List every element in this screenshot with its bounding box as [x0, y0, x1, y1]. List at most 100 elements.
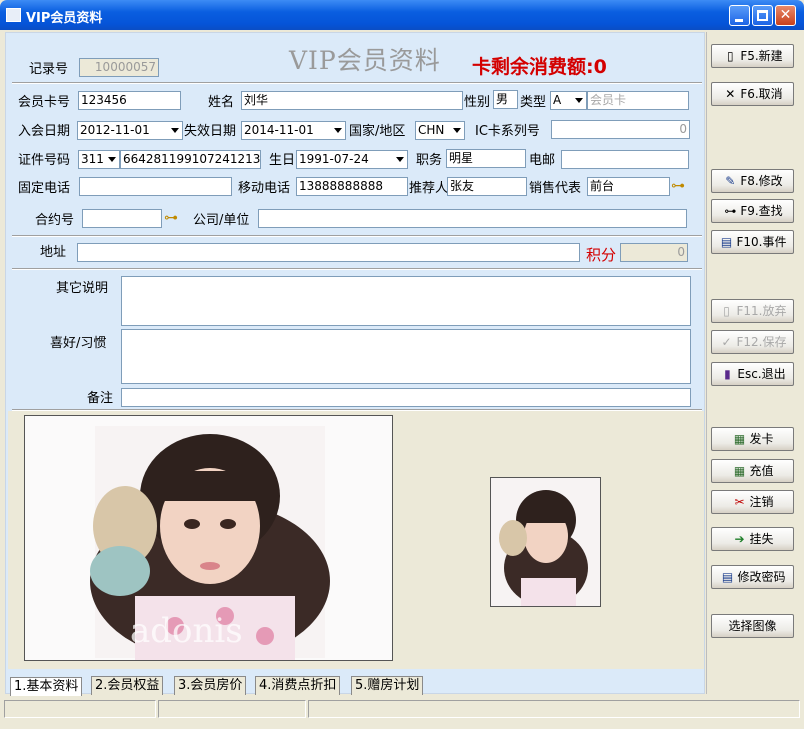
birthday-picker[interactable]: 1991-07-24 [296, 150, 408, 169]
company-label: 公司/单位 [193, 213, 250, 228]
edit-button[interactable]: ✎ F8.修改 [711, 169, 794, 193]
discard-icon: ▯ [723, 304, 730, 318]
contract-label: 合约号 [35, 213, 75, 228]
find-button[interactable]: ⊶ F9.查找 [711, 199, 794, 223]
other-notes-textarea[interactable] [121, 276, 691, 326]
job-field[interactable]: 明星 [446, 149, 526, 168]
status-panel [4, 700, 156, 718]
phone-field[interactable] [79, 177, 232, 196]
expire-date-label: 失效日期 [184, 124, 237, 139]
exit-door-icon: ▮ [724, 367, 731, 381]
hobby-textarea[interactable] [121, 329, 691, 384]
gender-field[interactable]: 男 [493, 90, 518, 109]
maximize-icon [757, 10, 768, 21]
new-document-icon: ▯ [727, 49, 734, 63]
member-photo-large[interactable]: adonis [24, 415, 393, 661]
grid-icon: ▦ [733, 464, 746, 478]
hobby-label: 喜好/习惯 [50, 336, 107, 351]
divider [12, 82, 702, 84]
referrer-field[interactable]: 张友 [447, 177, 527, 196]
app-icon [6, 8, 21, 22]
portrait-thumbnail-image [491, 478, 600, 606]
birthday-value: 1991-07-24 [299, 152, 369, 166]
new-button[interactable]: ▯ F5.新建 [711, 44, 794, 68]
cancel-button[interactable]: ✕ F6.取消 [711, 82, 794, 106]
chevron-down-icon [396, 157, 404, 162]
ic-serial-field[interactable]: 0 [551, 120, 690, 139]
id-number-field[interactable]: 664281199107241213 [120, 150, 261, 169]
job-label: 职务 [416, 153, 443, 168]
card-balance-text: 卡剩余消费额:0 [472, 56, 607, 78]
binoculars-icon: ⊶ [724, 204, 737, 218]
maximize-button[interactable] [752, 5, 773, 26]
tab-5[interactable]: 5.赠房计划 [351, 676, 424, 695]
birthday-label: 生日 [269, 153, 296, 168]
country-select[interactable]: CHN [415, 121, 465, 140]
type-name-field: 会员卡 [587, 91, 689, 110]
type-select[interactable]: A [550, 91, 587, 110]
arrow-right-icon: ➔ [734, 532, 745, 546]
other-notes-label: 其它说明 [56, 281, 109, 296]
email-field[interactable] [561, 150, 689, 169]
record-number-field: 10000057 [79, 58, 159, 77]
expire-date-value: 2014-11-01 [244, 123, 314, 137]
close-button[interactable]: ✕ [775, 5, 796, 26]
name-field[interactable]: 刘华 [241, 91, 463, 110]
mobile-label: 移动电话 [238, 181, 291, 196]
id-type-value: 311 [81, 152, 104, 166]
member-photo-thumbnail[interactable] [490, 477, 601, 607]
status-panel [158, 700, 306, 718]
checkmark-icon: ✓ [721, 335, 732, 349]
address-field[interactable] [77, 243, 580, 262]
grid-icon: ▦ [733, 432, 746, 446]
sales-rep-field[interactable]: 前台 [587, 177, 670, 196]
tab-2[interactable]: 2.会员权益 [91, 676, 164, 695]
minimize-icon [735, 19, 743, 22]
remark-field[interactable] [121, 388, 691, 407]
chevron-down-icon [334, 128, 342, 133]
binoculars-icon[interactable]: ⊶ [671, 178, 685, 194]
binoculars-icon[interactable]: ⊶ [164, 210, 178, 226]
remark-label: 备注 [87, 391, 114, 406]
points-label: 积分 [586, 246, 617, 264]
referrer-label: 推荐人 [409, 181, 449, 196]
card-number-field[interactable]: 123456 [78, 91, 181, 110]
status-bar [0, 698, 804, 720]
type-select-value: A [553, 93, 562, 107]
id-type-select[interactable]: 311 [78, 150, 120, 169]
exit-button[interactable]: ▮ Esc.退出 [711, 362, 794, 386]
expire-date-picker[interactable]: 2014-11-01 [241, 121, 346, 140]
id-label: 证件号码 [18, 153, 71, 168]
report-loss-button[interactable]: ➔ 挂失 [711, 527, 794, 551]
phone-label: 固定电话 [18, 181, 71, 196]
recharge-button[interactable]: ▦ 充值 [711, 459, 794, 483]
join-date-picker[interactable]: 2012-11-01 [77, 121, 183, 140]
window-title: VIP会员资料 [26, 11, 103, 26]
country-label: 国家/地区 [349, 124, 406, 139]
minimize-button[interactable] [729, 5, 750, 26]
issue-card-button[interactable]: ▦ 发卡 [711, 427, 794, 451]
tab-3[interactable]: 3.会员房价 [174, 676, 247, 695]
event-button[interactable]: ▤ F10.事件 [711, 230, 794, 254]
tab-4[interactable]: 4.消费点折扣 [255, 676, 341, 695]
card-number-label: 会员卡号 [18, 95, 71, 110]
photo-watermark: adonis [130, 611, 243, 651]
status-panel [308, 700, 800, 718]
change-password-button[interactable]: ▤ 修改密码 [711, 565, 794, 589]
revoke-icon: ✂ [734, 495, 745, 509]
save-button[interactable]: ✓ F12.保存 [711, 330, 794, 354]
address-label: 地址 [40, 245, 67, 260]
mobile-field[interactable]: 13888888888 [296, 177, 408, 196]
choose-image-button[interactable]: 选择图像 [711, 614, 794, 638]
revoke-button[interactable]: ✂ 注销 [711, 490, 794, 514]
cancel-icon: ✕ [725, 87, 736, 101]
country-value: CHN [418, 123, 445, 137]
tab-1[interactable]: 1.基本资料 [10, 677, 83, 696]
chevron-down-icon [453, 128, 461, 133]
sales-rep-label: 销售代表 [529, 181, 582, 196]
company-field[interactable] [258, 209, 687, 228]
discard-button[interactable]: ▯ F11.放弃 [711, 299, 794, 323]
contract-field[interactable] [82, 209, 162, 228]
banner-title: VIP会员资料 [289, 46, 441, 75]
title-bar[interactable]: VIP会员资料 ✕ [0, 0, 804, 30]
